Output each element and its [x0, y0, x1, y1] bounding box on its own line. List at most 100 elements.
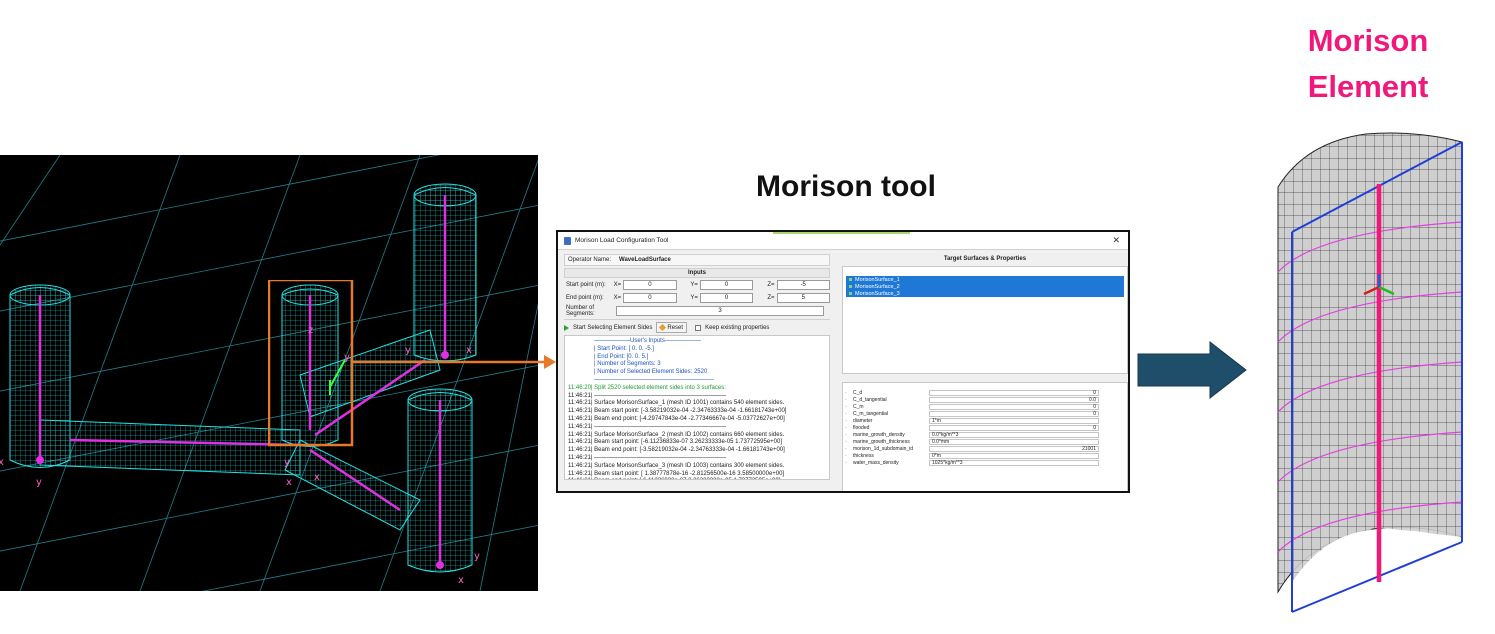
- surface-item[interactable]: MorisonSurface_2: [846, 283, 1124, 290]
- start-y-input[interactable]: 0: [699, 279, 754, 290]
- log-line: 11:46:21| Beam start point: [-6.11236833…: [568, 439, 783, 446]
- targets-header: Target Surfaces & Properties: [943, 256, 1027, 262]
- broom-icon: [659, 323, 667, 332]
- window-titlebar: Morison Load Configuration Tool ✕: [558, 232, 1128, 250]
- targets-pane: Target Surfaces & Properties MorisonSurf…: [842, 254, 1128, 491]
- start-x-label: X=: [613, 281, 622, 288]
- bullet-icon: ◦: [845, 438, 847, 445]
- property-row: ◦ marine_growth_thickness 0.0*mm: [845, 438, 1125, 445]
- action-row: Start Selecting Element Sides Reset Keep…: [564, 319, 830, 333]
- start-y-label: Y=: [690, 281, 698, 288]
- log-line: | Number of Segments: 3: [594, 361, 661, 368]
- property-value[interactable]: 21001: [929, 445, 1099, 452]
- axis-label-y3: y: [474, 551, 480, 562]
- log-line: 11:46:21| Beam start point: [-3.58219032…: [568, 408, 787, 415]
- log-line: 11:46:21| Surface MorisonSurface_1 (mesh…: [568, 400, 785, 407]
- bullet-icon: ◦: [845, 459, 847, 466]
- app-shield-icon: [564, 236, 571, 245]
- end-x-input[interactable]: 0: [623, 292, 677, 303]
- start-z-input[interactable]: -5: [776, 279, 830, 290]
- log-line: 11:46:21| ——————————————————————: [568, 454, 727, 461]
- log-line: ————————————————————: [594, 376, 714, 383]
- reset-button[interactable]: Reset: [656, 322, 688, 333]
- property-row: ◦ morison_1d_subdomain_id 21001: [845, 445, 1125, 452]
- property-row: ◦ thickness 0*m: [845, 452, 1125, 459]
- property-row: ◦ flooded 0: [845, 424, 1125, 431]
- axis-label-x4: x: [286, 477, 292, 488]
- operator-row: Operator Name: WaveLoadSurface: [564, 254, 830, 266]
- zoom-connector: [268, 280, 556, 447]
- segments-input[interactable]: 3: [616, 305, 824, 316]
- property-value[interactable]: 0.0: [929, 396, 1099, 403]
- reset-label: Reset: [667, 324, 684, 331]
- figure: y x y x y x y x x z y Morison tool Moris…: [0, 0, 1495, 634]
- property-value[interactable]: 0: [929, 424, 1099, 431]
- property-name: C_d_tangential: [853, 396, 887, 403]
- keep-existing-checkbox[interactable]: [695, 324, 702, 331]
- surface-icon: [849, 278, 852, 281]
- morison-tool-window: Morison Load Configuration Tool ✕ Operat…: [556, 230, 1130, 493]
- log-line: 11:46:21| Surface MorisonSurface_3 (mesh…: [568, 462, 785, 469]
- property-row: ◦ water_mass_density 1025*kg/m**3: [845, 459, 1125, 466]
- log-line: ——————User's Inputs——————: [594, 338, 701, 344]
- log-line: 11:46:21| Beam end point: [-6.11236833e-…: [568, 478, 826, 479]
- log-line: | Number of Selected Element Sides: 2520: [594, 369, 708, 376]
- play-icon: [564, 324, 569, 331]
- window-title: Morison Load Configuration Tool: [575, 237, 669, 244]
- property-name: thickness: [853, 452, 874, 459]
- operator-value: WaveLoadSurface: [619, 257, 671, 263]
- property-row: ◦ C_m_tangential 0: [845, 410, 1125, 417]
- surface-list[interactable]: MorisonSurface_1 MorisonSurface_2 MorisonS…: [842, 266, 1128, 374]
- property-name: flooded: [853, 424, 870, 431]
- property-value[interactable]: 0: [929, 403, 1099, 410]
- log-line: | Start Point: [ 0. 0. -5.]: [594, 345, 654, 352]
- end-point-row: End point (m): X= 0 Y= 0 Z= 5: [564, 291, 830, 304]
- element-title: Morison Element: [1288, 18, 1448, 110]
- axis-label-y: y: [36, 477, 42, 488]
- window-accent-bar: [773, 232, 910, 234]
- surface-label: MorisonSurface_2: [855, 283, 900, 290]
- surface-label: MorisonSurface_3: [855, 290, 900, 297]
- surface-item[interactable]: MorisonSurface_1: [846, 276, 1124, 283]
- start-selecting-button[interactable]: Start Selecting Element Sides: [573, 325, 652, 331]
- start-point-label: Start point (m):: [566, 281, 606, 288]
- keep-existing-label: Keep existing properties: [705, 324, 770, 331]
- start-point-row: Start point (m): X= 0 Y= 0 Z= -5: [564, 278, 830, 291]
- log-line: 11:46:20| Split 2520 selected element si…: [568, 384, 726, 391]
- property-name: morison_1d_subdomain_id: [853, 445, 914, 452]
- property-name: C_m: [853, 403, 864, 410]
- log-line: 11:46:21| Beam start point: [ 1.38777878…: [568, 470, 785, 477]
- element-title-line1: Morison: [1307, 23, 1429, 58]
- property-row: ◦ C_m 0: [845, 403, 1125, 410]
- start-x-input[interactable]: 0: [623, 279, 677, 290]
- property-value[interactable]: 1025*kg/m**3: [929, 459, 1099, 466]
- end-y-input[interactable]: 0: [699, 292, 754, 303]
- log-line: 11:46:21| Beam end point: [-4.29747843e-…: [568, 415, 785, 422]
- close-icon[interactable]: ✕: [1112, 235, 1120, 246]
- property-value[interactable]: 0.0*kg/m**3: [929, 431, 1099, 438]
- property-name: marine_growth_density: [853, 431, 905, 438]
- bullet-icon: ◦: [845, 424, 847, 431]
- bullet-icon: ◦: [845, 403, 847, 410]
- property-row: ◦ diameter 1*m: [845, 417, 1125, 424]
- property-value[interactable]: 0.0*mm: [929, 438, 1099, 445]
- segments-label: Number of Segments:: [566, 304, 595, 317]
- property-value[interactable]: 0: [929, 410, 1099, 417]
- operator-label: Operator Name:: [568, 257, 612, 263]
- property-name: C_d: [853, 389, 863, 396]
- end-x-label: X=: [613, 294, 622, 301]
- surface-item[interactable]: MorisonSurface_3: [846, 290, 1124, 297]
- surface-icon: [849, 292, 852, 295]
- end-z-input[interactable]: 5: [776, 292, 830, 303]
- bullet-icon: ◦: [845, 410, 847, 417]
- log-output[interactable]: ——————User's Inputs—————— | Start Point: …: [564, 335, 830, 480]
- log-line: 11:46:21| Beam end point: [-3.58219032e-…: [568, 447, 785, 454]
- property-value[interactable]: 0*m: [929, 452, 1099, 459]
- property-value[interactable]: 1*m: [929, 417, 1099, 424]
- big-arrow: [1137, 340, 1247, 400]
- property-row: ◦ C_d 0: [845, 389, 1125, 396]
- axis-label-y4: y: [284, 457, 290, 468]
- bullet-icon: ◦: [845, 389, 847, 396]
- tool-title: Morison tool: [756, 170, 936, 203]
- property-value[interactable]: 0: [929, 389, 1099, 396]
